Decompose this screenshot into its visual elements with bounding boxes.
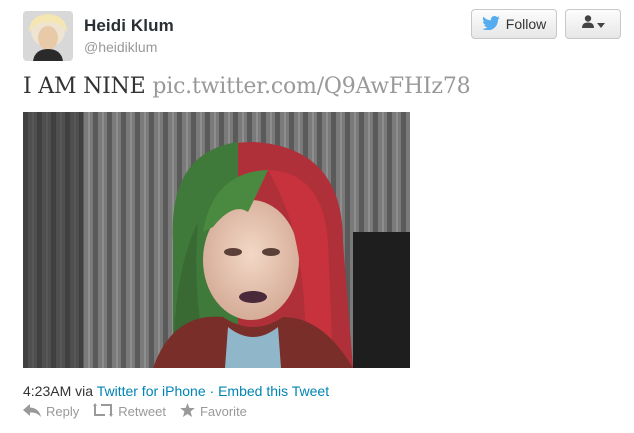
- favorite-action[interactable]: Favorite: [180, 403, 247, 420]
- reply-action[interactable]: Reply: [23, 403, 79, 420]
- retweet-action[interactable]: Retweet: [93, 403, 166, 420]
- person-icon: [581, 15, 594, 33]
- reply-icon: [23, 403, 41, 420]
- user-actions-button[interactable]: [565, 9, 621, 39]
- tweet-actions: Reply Retweet Favorite: [23, 403, 247, 420]
- bird-icon: [481, 15, 500, 33]
- tweet-text: I AM NINE pic.twitter.com/Q9AwFHIz78: [23, 74, 471, 99]
- tweet-time[interactable]: 4:23AM: [23, 383, 71, 399]
- star-icon: [180, 403, 195, 420]
- tweet-header: Heidi Klum @heidiklum Follow: [0, 0, 634, 70]
- retweet-label: Retweet: [118, 404, 166, 419]
- user-name[interactable]: Heidi Klum: [84, 16, 174, 36]
- reply-label: Reply: [46, 404, 80, 419]
- via-text: via: [75, 383, 94, 399]
- tweet-photo[interactable]: [23, 112, 410, 368]
- user-handle[interactable]: @heidiklum: [84, 39, 157, 55]
- tweet-meta: 4:23AM via Twitter for iPhone · Embed th…: [23, 383, 329, 399]
- caret-down-icon: [596, 15, 605, 33]
- meta-separator: ·: [209, 383, 215, 399]
- favorite-label: Favorite: [199, 404, 247, 419]
- tweet-body: I AM NINE: [23, 74, 146, 99]
- client-link[interactable]: Twitter for iPhone: [97, 383, 206, 399]
- retweet-icon: [93, 403, 114, 420]
- avatar[interactable]: [23, 11, 73, 61]
- follow-label: Follow: [505, 16, 547, 32]
- tweet-pic-link[interactable]: pic.twitter.com/Q9AwFHIz78: [152, 74, 470, 99]
- follow-button[interactable]: Follow: [471, 9, 557, 39]
- embed-tweet-link[interactable]: Embed this Tweet: [218, 383, 329, 399]
